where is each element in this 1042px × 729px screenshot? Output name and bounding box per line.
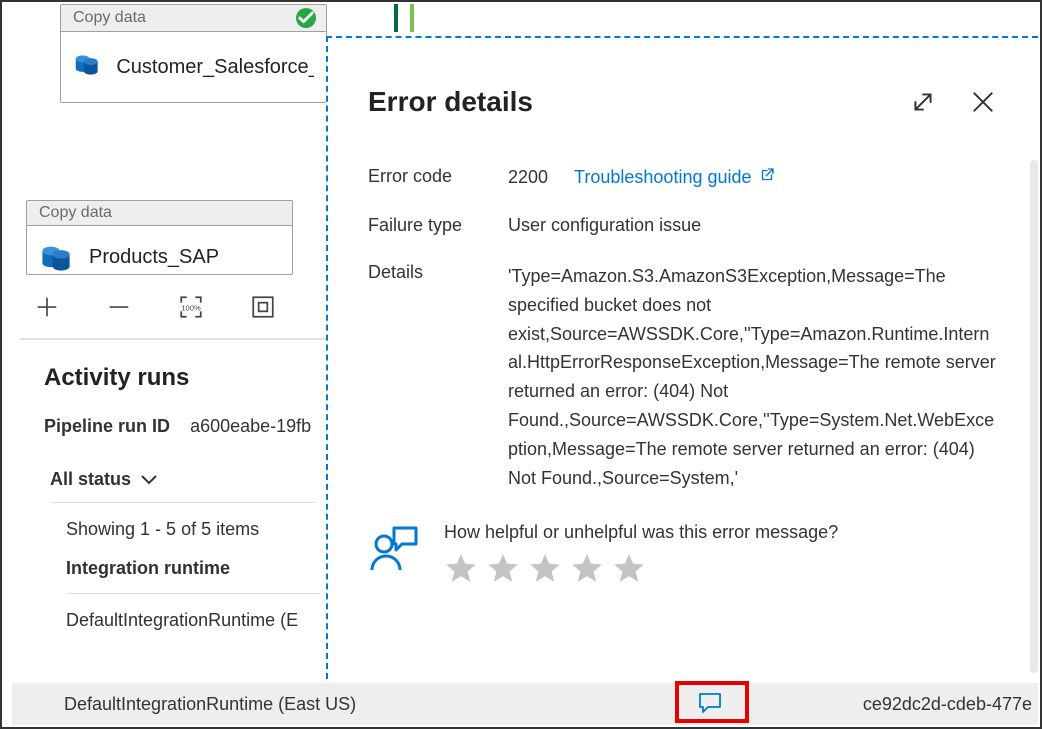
connector-stub [410, 4, 414, 32]
runtime-name: DefaultIntegrationRuntime (East US) [64, 694, 356, 715]
scrollbar[interactable] [1030, 160, 1038, 673]
database-icon [73, 50, 100, 84]
panel-actions [908, 87, 998, 117]
activity-card[interactable]: Copy data Products_SAP [26, 200, 293, 275]
troubleshooting-guide-link[interactable]: Troubleshooting guide [574, 166, 775, 189]
activity-type-label: Copy data [73, 9, 146, 27]
success-icon [296, 8, 316, 28]
activity-card[interactable]: Copy data Customer_Salesforce [60, 4, 327, 103]
feedback-question: How helpful or unhelpful was this error … [444, 522, 838, 543]
activity-name: Customer_Salesforce_copy [116, 56, 314, 79]
zoom-fit-button[interactable] [248, 292, 278, 322]
app-canvas: Copy data Customer_Salesforce [0, 0, 1042, 729]
feedback-section: How helpful or unhelpful was this error … [368, 522, 998, 585]
panel-header: Error details [368, 86, 998, 118]
error-details-panel: Error details Error code 2200 Troublesho… [326, 36, 1038, 679]
activity-run-id: ce92dc2d-cdeb-477e [863, 694, 1032, 715]
feedback-body: How helpful or unhelpful was this error … [444, 522, 838, 585]
status-filter-dropdown[interactable]: All status [50, 469, 315, 503]
error-message-button[interactable] [679, 685, 741, 721]
pipeline-run-id-label: Pipeline run ID [44, 416, 170, 436]
connector-stub [394, 4, 398, 32]
panel-title: Error details [368, 86, 533, 118]
results-count-label: Showing 1 - 5 of 5 items [66, 519, 329, 540]
star-icon[interactable] [444, 551, 478, 585]
external-link-icon [758, 166, 776, 189]
activity-name: Products_SAP [89, 246, 219, 269]
zoom-in-button[interactable] [32, 292, 62, 322]
error-details-grid: Error code 2200 Troubleshooting guide Fa… [368, 166, 998, 492]
status-filter-label: All status [50, 469, 131, 490]
star-icon[interactable] [612, 551, 646, 585]
runtime-row-selected[interactable]: DefaultIntegrationRuntime (East US) ce92… [12, 683, 1038, 725]
activity-runs-section: Activity runs Pipeline run ID a600eabe-1… [44, 364, 329, 631]
activity-card-body: Products_SAP [27, 226, 292, 274]
zoom-reset-button[interactable]: 100% [176, 292, 206, 322]
close-icon[interactable] [968, 87, 998, 117]
activity-card-body: Customer_Salesforce_copy [61, 32, 326, 102]
activity-runs-title: Activity runs [44, 364, 329, 392]
label-error-code: Error code [368, 166, 508, 189]
zoom-out-button[interactable] [104, 292, 134, 322]
pipeline-run-id-row: Pipeline run ID a600eabe-19fb [44, 416, 329, 437]
rating-stars [444, 551, 838, 585]
label-details: Details [368, 262, 508, 492]
expand-icon[interactable] [908, 87, 938, 117]
chevron-down-icon [141, 469, 157, 490]
star-icon[interactable] [528, 551, 562, 585]
error-code-value: 2200 [508, 167, 548, 188]
value-failure-type: User configuration issue [508, 215, 998, 236]
runtime-row[interactable]: DefaultIntegrationRuntime (E [66, 610, 329, 631]
value-error-code-row: 2200 Troubleshooting guide [508, 166, 998, 189]
database-icon [39, 240, 73, 274]
activity-card-header: Copy data [61, 5, 326, 32]
troubleshooting-guide-label: Troubleshooting guide [574, 167, 751, 188]
group-header-integration-runtime: Integration runtime [66, 558, 321, 594]
svg-text:100%: 100% [181, 303, 201, 312]
pipeline-run-id-value: a600eabe-19fb [190, 416, 311, 436]
zoom-toolbar: 100% [20, 282, 345, 340]
activity-type-label: Copy data [39, 204, 112, 222]
star-icon[interactable] [486, 551, 520, 585]
feedback-person-icon [368, 522, 420, 579]
activity-card-header: Copy data [27, 201, 292, 226]
label-failure-type: Failure type [368, 215, 508, 236]
star-icon[interactable] [570, 551, 604, 585]
value-details: 'Type=Amazon.S3.AmazonS3Exception,Messag… [508, 262, 998, 492]
